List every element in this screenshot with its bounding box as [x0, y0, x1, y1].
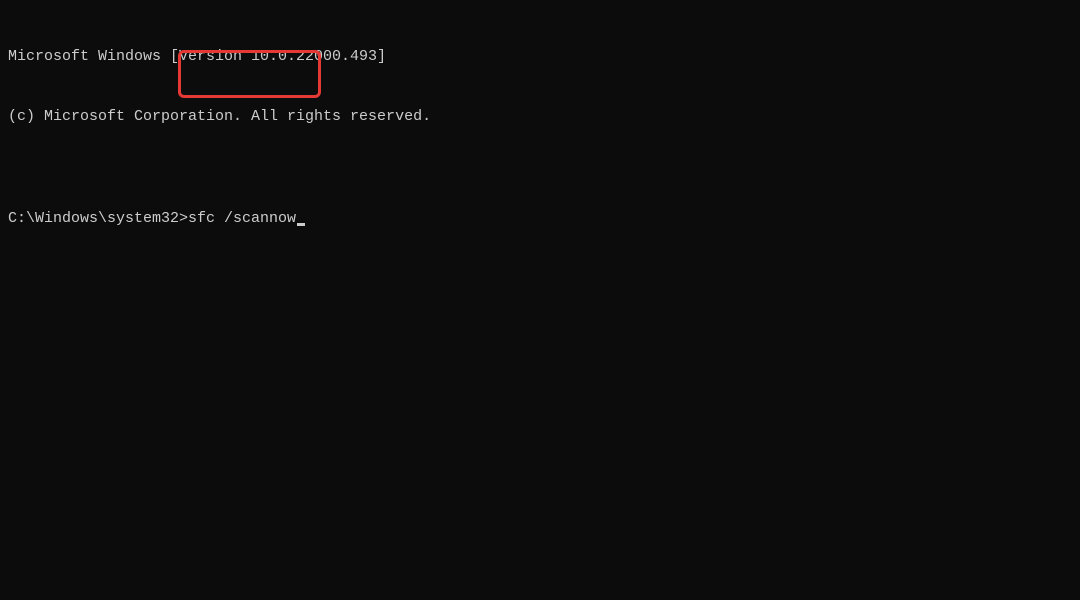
prompt-path: C:\Windows\system32>	[8, 209, 188, 229]
command-input-text[interactable]: sfc /scannow	[188, 209, 296, 229]
banner-line-2: (c) Microsoft Corporation. All rights re…	[8, 107, 1072, 127]
banner-line-1: Microsoft Windows [Version 10.0.22000.49…	[8, 47, 1072, 67]
command-input-wrap[interactable]: sfc /scannow	[188, 209, 305, 229]
text-cursor-icon	[297, 223, 305, 226]
command-prompt-terminal[interactable]: Microsoft Windows [Version 10.0.22000.49…	[0, 0, 1080, 255]
prompt-line[interactable]: C:\Windows\system32> sfc /scannow	[8, 209, 1072, 229]
